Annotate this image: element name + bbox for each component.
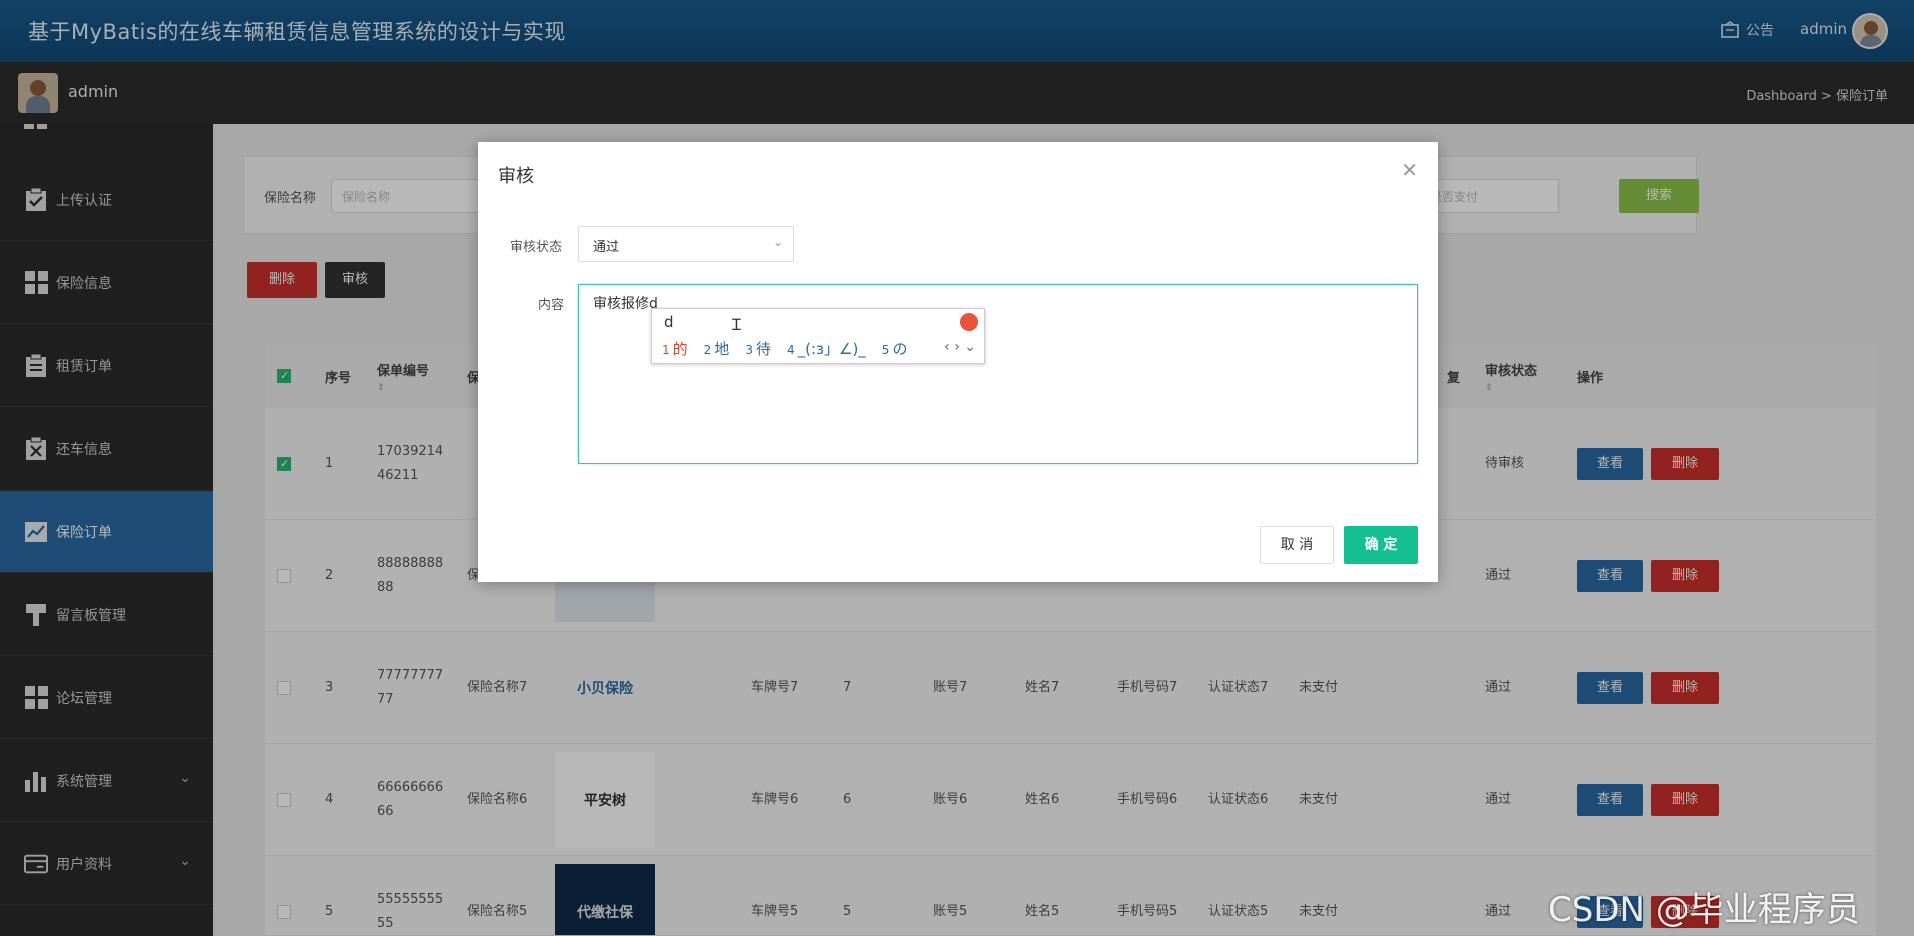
ime-candidate[interactable]: 2地 xyxy=(704,338,730,359)
dialog-title: 审核 xyxy=(498,166,534,187)
ime-candidate[interactable]: 4 _(:з」∠)_ xyxy=(787,338,866,359)
cancel-button[interactable]: 取 消 xyxy=(1260,526,1334,564)
ime-pinyin: d xyxy=(664,313,674,331)
close-icon[interactable]: ✕ xyxy=(1401,158,1418,182)
content-value: 审核报修d xyxy=(593,296,658,312)
audit-status-value: 通过 xyxy=(593,240,620,255)
ime-candidate[interactable]: 5の xyxy=(882,338,908,359)
ime-page-nav-icon[interactable]: ‹ › ⌄ xyxy=(944,339,976,355)
text-cursor-icon: Ɪ xyxy=(732,315,741,334)
ime-candidate-popup: d Ɪ 1的 2地 3待 4 _(:з」∠)_ 5の ‹ › ⌄ xyxy=(651,308,985,364)
audit-status-label: 审核状态 xyxy=(510,240,563,255)
ime-logo-icon xyxy=(960,313,978,331)
content-label: 内容 xyxy=(538,298,565,313)
audit-status-select[interactable]: 通过 ⌄ xyxy=(578,226,794,262)
chevron-down-icon: ⌄ xyxy=(772,235,783,249)
confirm-button[interactable]: 确 定 xyxy=(1344,526,1418,564)
ime-candidate[interactable]: 1的 xyxy=(662,338,688,359)
ime-candidate[interactable]: 3待 xyxy=(745,338,771,359)
ime-candidates: 1的 2地 3待 4 _(:з」∠)_ 5の xyxy=(662,338,907,359)
watermark-text: CSDN @毕业程序员 xyxy=(1548,890,1860,930)
